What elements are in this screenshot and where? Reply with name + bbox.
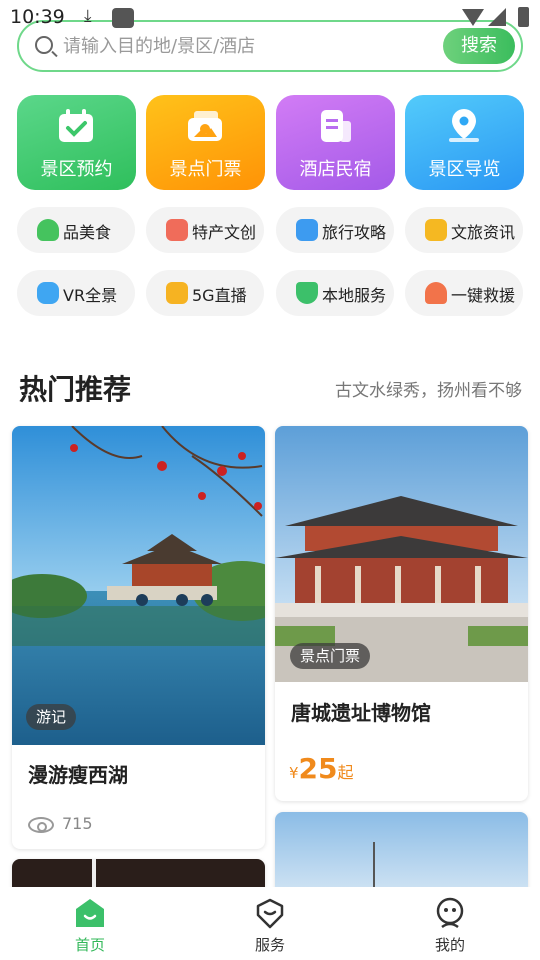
profile-icon [436,897,464,929]
tab-label: 服务 [254,936,285,954]
signal-icon [488,8,506,26]
gift-icon [166,219,188,241]
ticket-icon [188,111,222,141]
section-title: 热门推荐 [19,373,132,406]
chip-label: 特产文创 [192,223,257,242]
tab-label: 我的 [434,936,465,954]
tab-home[interactable]: 首页 [30,887,150,960]
tab-label: 首页 [74,936,105,954]
calendar-check-icon [59,109,93,142]
section-subtitle: 古文水绿秀，扬州看不够 [335,381,522,401]
price-suffix: 起 [337,763,354,782]
tab-profile[interactable]: 我的 [390,887,510,960]
chip-label: 品美食 [63,223,112,242]
status-time: 10:39 [10,6,65,28]
wifi-icon [462,9,484,26]
card-tang-city-museum[interactable]: 景点门票 唐城遗址博物馆 ¥25起 [275,426,528,801]
search-icon [35,36,53,54]
download-icon: ⤓ [84,6,92,26]
card-slender-west-lake[interactable]: 游记 漫游瘦西湖 715 [12,426,265,849]
chip-label: 本地服务 [322,286,387,305]
notification-icon [112,8,134,28]
chip-specialty[interactable]: 特产文创 [146,207,264,253]
tab-service[interactable]: 服务 [210,887,330,960]
tile-scenic-booking[interactable]: 景区预约 [17,95,136,190]
vr-icon [37,282,59,304]
chip-local-service[interactable]: 本地服务 [276,270,394,316]
tile-tickets[interactable]: 景点门票 [146,95,265,190]
chip-label: 文旅资讯 [451,223,516,242]
chip-news[interactable]: 文旅资讯 [405,207,523,253]
news-icon [425,219,447,241]
bottom-tab-bar: 首页 服务 我的 [0,887,540,960]
live-icon [166,282,188,304]
quick-links-row-2: VR全景 5G直播 本地服务 一键救援 [17,270,524,316]
card-title: 唐城遗址博物馆 [291,701,431,725]
view-count: 715 [28,814,93,833]
book-icon [296,219,318,241]
quick-links-row-1: 品美食 特产文创 旅行攻略 文旅资讯 [17,207,524,253]
chip-rescue[interactable]: 一键救援 [405,270,523,316]
main-category-tiles: 景区预约 景点门票 酒店民宿 景区导览 [17,95,524,190]
map-pin-icon [449,109,479,142]
tile-label: 景点门票 [169,159,242,180]
price-currency: ¥ [289,764,299,782]
status-bar: 10:39 ⤓ [0,0,540,34]
price: ¥25起 [289,752,354,785]
tile-label: 酒店民宿 [299,159,372,180]
chip-label: 一键救援 [451,286,516,305]
chip-label: 旅行攻略 [322,223,387,242]
battery-icon [518,7,529,27]
food-icon [37,219,59,241]
chip-label: 5G直播 [192,286,247,305]
card-tag: 景点门票 [290,643,371,669]
view-count-value: 715 [62,814,93,833]
tile-hotels[interactable]: 酒店民宿 [276,95,395,190]
price-value: 25 [298,752,338,785]
chip-food[interactable]: 品美食 [17,207,135,253]
chip-label: VR全景 [63,286,118,305]
tile-label: 景区预约 [40,159,113,180]
heart-icon [296,282,318,304]
service-icon [256,898,284,929]
lake-pavilion-photo [12,426,265,745]
tile-guide[interactable]: 景区导览 [405,95,524,190]
tile-label: 景区导览 [428,159,501,180]
chip-live[interactable]: 5G直播 [146,270,264,316]
search-input[interactable] [63,30,433,62]
hotel-icon [321,110,351,142]
home-icon [76,899,104,927]
card-tag: 游记 [26,704,77,730]
eye-icon [28,816,54,833]
alarm-icon [425,282,447,304]
chip-vr[interactable]: VR全景 [17,270,135,316]
card-title: 漫游瘦西湖 [28,763,128,787]
chip-travel-guide[interactable]: 旅行攻略 [276,207,394,253]
